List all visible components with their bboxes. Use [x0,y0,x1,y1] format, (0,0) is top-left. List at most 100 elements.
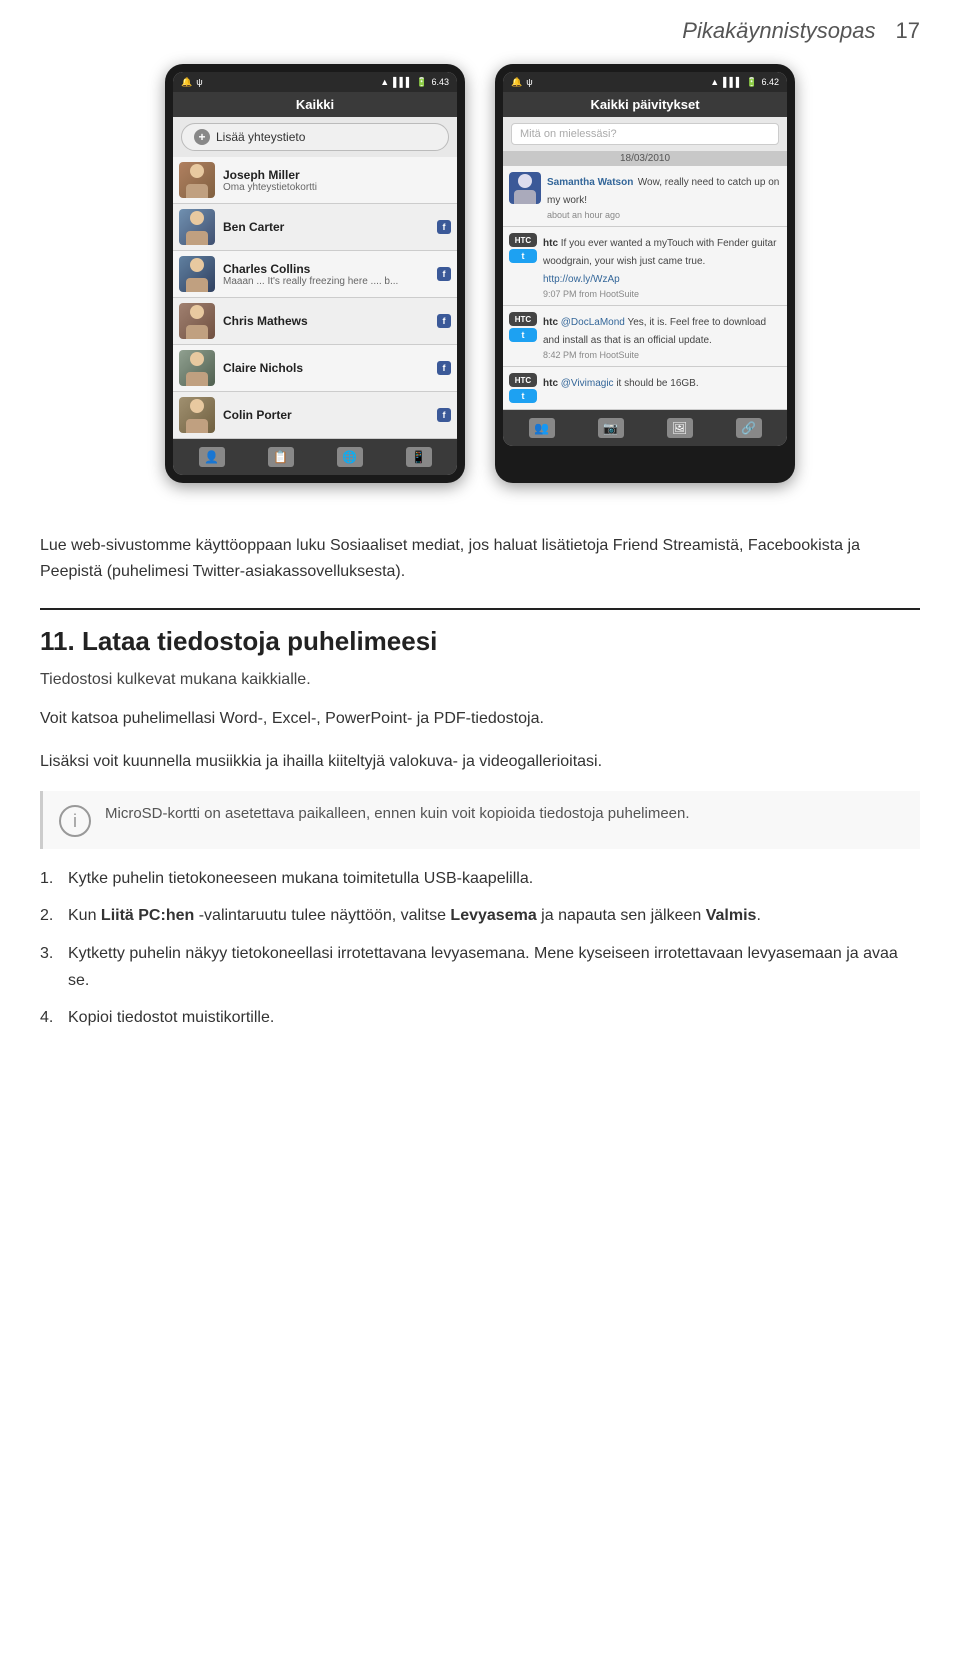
contact-item[interactable]: Claire Nichols f [173,345,457,392]
feed-content: htc @Vivimagic it should be 16GB. [543,373,781,403]
feed-author: Samantha Watson [547,177,633,188]
status-right: ▲ ▌▌▌ 🔋 6.42 [710,77,779,88]
contact-item[interactable]: Chris Mathews f [173,298,457,345]
toolbar-icon-gallery[interactable]: 🖼 [667,418,693,438]
contact-name: Chris Mathews [223,314,435,328]
feed-time: about an hour ago [547,210,781,220]
feed-text: If you ever wanted a myTouch with Fender… [543,238,776,285]
feed-time: 9:07 PM from HootSuite [543,289,781,299]
feed-text: @Vivimagic it should be 16GB. [561,378,699,389]
battery-icon: 🔋 [746,77,757,88]
page-title: Pikakäynnistysopas [682,18,875,44]
left-bottom-toolbar: 👤 📋 🌐 📱 [173,439,457,475]
feed-author: htc [543,238,561,249]
body-text-1: Voit katsoa puhelimellasi Word-, Excel-,… [40,705,920,732]
left-phone-screen: 🔔 ψ ▲ ▌▌▌ 🔋 6.43 Kaikki + Lisää yhteysti… [173,72,457,475]
right-status-bar: 🔔 ψ ▲ ▌▌▌ 🔋 6.42 [503,72,787,92]
section-title: 11. Lataa tiedostoja puhelimeesi [40,626,920,657]
contact-item[interactable]: Ben Carter f [173,204,457,251]
intro-paragraph: Lue web-sivustomme käyttöoppaan luku Sos… [40,533,920,584]
facebook-badge: f [437,314,451,328]
feed-item[interactable]: HTC t htc If you ever wanted a myTouch w… [503,227,787,306]
time-display: 6.43 [431,77,449,87]
step-number: 1. [40,865,58,892]
section-subtitle: Tiedostosi kulkevat mukana kaikkialle. [40,667,920,693]
contact-name: Claire Nichols [223,361,435,375]
facebook-badge: f [437,361,451,375]
status-icons-left: 🔔 ψ [181,77,203,88]
feed-text: @DocLaMond Yes, it is. Feel free to down… [543,317,766,346]
contact-info: Ben Carter [223,220,435,234]
list-item: 4. Kopioi tiedostot muistikortille. [40,1004,920,1031]
feed-time: 8:42 PM from HootSuite [543,350,781,360]
feed-item[interactable]: HTC t htc @Vivimagic it should be 16GB. [503,367,787,410]
feed-item[interactable]: Samantha Watson Wow, really need to catc… [503,166,787,227]
page-number: 17 [896,18,920,44]
contact-item[interactable]: Joseph Miller Oma yhteystietokortti [173,157,457,204]
toolbar-icon-1[interactable]: 👤 [199,447,225,467]
bold-text: Liitä PC:hen [101,907,194,924]
status-icons-left: 🔔 ψ [511,77,533,88]
toolbar-icon-2[interactable]: 📋 [268,447,294,467]
section-title-text: Lataa tiedostoja puhelimeesi [82,626,437,656]
step-text: Kopioi tiedostot muistikortille. [68,1004,274,1031]
right-phone: 🔔 ψ ▲ ▌▌▌ 🔋 6.42 Kaikki päivitykset Mitä… [495,64,795,483]
contact-item[interactable]: Charles Collins Maaan ... It's really fr… [173,251,457,298]
note-box: i MicroSD-kortti on asetettava paikallee… [40,791,920,849]
bold-text: Levyasema [450,907,536,924]
notification-icon: 🔔 [181,77,192,88]
contact-name: Charles Collins [223,262,435,276]
status-right: ▲ ▌▌▌ 🔋 6.43 [380,77,449,88]
facebook-badge: f [437,267,451,281]
toolbar-icon-3[interactable]: 🌐 [337,447,363,467]
contact-name: Joseph Miller [223,168,451,182]
list-item: 2. Kun Liitä PC:hen -valintaruutu tulee … [40,902,920,929]
note-text: MicroSD-kortti on asetettava paikalleen,… [105,803,690,826]
toolbar-icon-people[interactable]: 👥 [529,418,555,438]
feed-logo-facebook [509,172,541,204]
search-bar[interactable]: Mitä on mielessäsi? [511,123,779,145]
toolbar-icon-4[interactable]: 📱 [406,447,432,467]
contact-info: Charles Collins Maaan ... It's really fr… [223,262,435,287]
feed-author: htc [543,378,561,389]
wifi-icon: ▲ [380,77,389,87]
contact-info: Claire Nichols [223,361,435,375]
feed-title: Kaikki päivitykset [503,92,787,117]
step-number: 3. [40,940,58,994]
add-contact-button[interactable]: + Lisää yhteystieto [181,123,449,151]
signal-bars: ▌▌▌ [393,77,412,87]
contacts-title: Kaikki [173,92,457,117]
contact-info: Joseph Miller Oma yhteystietokortti [223,168,451,193]
right-bottom-toolbar: 👥 📷 🖼 🔗 [503,410,787,446]
feed-content: Samantha Watson Wow, really need to catc… [547,172,781,220]
feed-logo-htc: HTC [509,373,537,387]
toolbar-icon-camera[interactable]: 📷 [598,418,624,438]
contact-name: Ben Carter [223,220,435,234]
feed-content: htc @DocLaMond Yes, it is. Feel free to … [543,312,781,360]
feed-logo-htc: HTC [509,233,537,247]
list-item: 1. Kytke puhelin tietokoneeseen mukana t… [40,865,920,892]
steps-list: 1. Kytke puhelin tietokoneeseen mukana t… [40,865,920,1031]
avatar [179,350,215,386]
step-text: Kytketty puhelin näkyy tietokoneellasi i… [68,940,920,994]
feed-content: htc If you ever wanted a myTouch with Fe… [543,233,781,299]
step-number: 4. [40,1004,58,1031]
main-content: Lue web-sivustomme käyttöoppaan luku Sos… [0,513,960,1071]
contact-name: Colin Porter [223,408,435,422]
step-text: Kytke puhelin tietokoneeseen mukana toim… [68,865,533,892]
signal-icon: ψ [526,77,532,87]
feed-item[interactable]: HTC t htc @DocLaMond Yes, it is. Feel fr… [503,306,787,367]
feed-logo-twitter: t [509,328,537,342]
time-display: 6.42 [761,77,779,87]
facebook-badge: f [437,220,451,234]
avatar [179,303,215,339]
toolbar-icon-link[interactable]: 🔗 [736,418,762,438]
feed-logo-htc: HTC [509,312,537,326]
step-text: Kun Liitä PC:hen -valintaruutu tulee näy… [68,902,761,929]
plus-icon: + [194,129,210,145]
avatar [179,397,215,433]
contact-item[interactable]: Colin Porter f [173,392,457,439]
right-phone-screen: 🔔 ψ ▲ ▌▌▌ 🔋 6.42 Kaikki päivitykset Mitä… [503,72,787,446]
contact-info: Chris Mathews [223,314,435,328]
body-text-2: Lisäksi voit kuunnella musiikkia ja ihai… [40,748,920,775]
